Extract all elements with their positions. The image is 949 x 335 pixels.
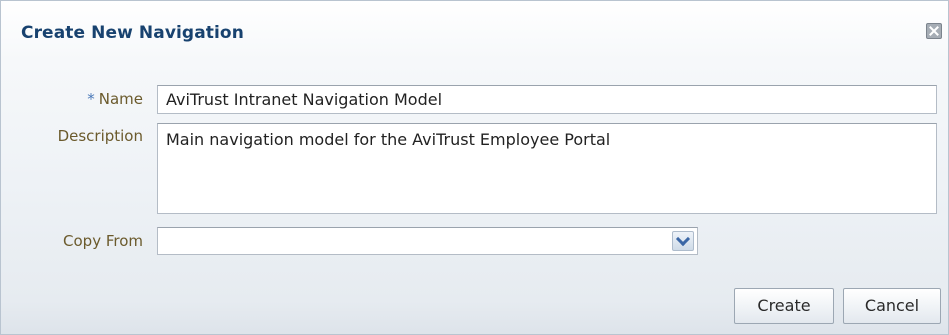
description-label: Description xyxy=(57,127,143,145)
description-textarea[interactable]: Main navigation model for the AviTrust E… xyxy=(157,123,937,214)
copy-from-select[interactable] xyxy=(157,227,698,255)
copy-from-label: Copy From xyxy=(63,232,143,250)
cancel-button[interactable]: Cancel xyxy=(843,288,941,324)
name-label: * Name xyxy=(13,90,143,108)
dialog-title: Create New Navigation xyxy=(21,23,244,43)
close-icon[interactable] xyxy=(926,23,942,39)
chevron-down-icon[interactable] xyxy=(672,231,694,251)
create-button[interactable]: Create xyxy=(734,288,834,324)
name-input[interactable]: AviTrust Intranet Navigation Model xyxy=(157,85,937,114)
create-navigation-dialog: Create New Navigation * Name AviTrust Int… xyxy=(0,0,949,335)
name-label-text: Name xyxy=(98,90,143,108)
required-marker: * xyxy=(87,90,95,108)
